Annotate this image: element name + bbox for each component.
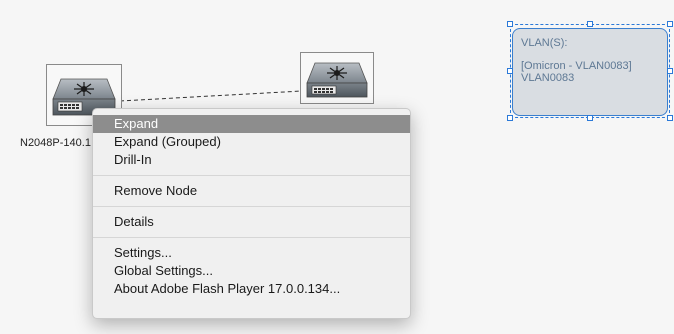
switch-node-b[interactable] <box>300 52 374 104</box>
menu-item-settings[interactable]: Settings... <box>93 244 410 262</box>
context-menu: Expand Expand (Grouped) Drill-In Remove … <box>92 108 411 319</box>
resize-handle-left[interactable] <box>507 68 513 74</box>
resize-handle-right[interactable] <box>667 68 673 74</box>
resize-handle-bottom[interactable] <box>587 115 593 121</box>
selection-outline <box>510 24 670 118</box>
topology-canvas[interactable]: N2048P-140.1 VLAN(S): [Omicron - VLAN008… <box>0 0 674 334</box>
resize-handle-bottom-left[interactable] <box>507 115 513 121</box>
menu-item-remove-node[interactable]: Remove Node <box>93 182 410 200</box>
resize-handle-top[interactable] <box>587 21 593 27</box>
resize-handle-top-left[interactable] <box>507 21 513 27</box>
menu-item-global-settings[interactable]: Global Settings... <box>93 262 410 280</box>
menu-separator <box>93 237 410 238</box>
menu-separator <box>93 206 410 207</box>
menu-item-expand-grouped[interactable]: Expand (Grouped) <box>93 133 410 151</box>
menu-item-details[interactable]: Details <box>93 213 410 231</box>
node-a-label: N2048P-140.1 <box>20 137 91 149</box>
menu-item-expand[interactable]: Expand <box>93 115 410 133</box>
menu-item-drill-in[interactable]: Drill-In <box>93 151 410 169</box>
resize-handle-bottom-right[interactable] <box>667 115 673 121</box>
menu-item-about-flash[interactable]: About Adobe Flash Player 17.0.0.134... <box>93 280 410 298</box>
resize-handle-top-right[interactable] <box>667 21 673 27</box>
menu-separator <box>93 175 410 176</box>
network-switch-icon <box>306 62 368 98</box>
